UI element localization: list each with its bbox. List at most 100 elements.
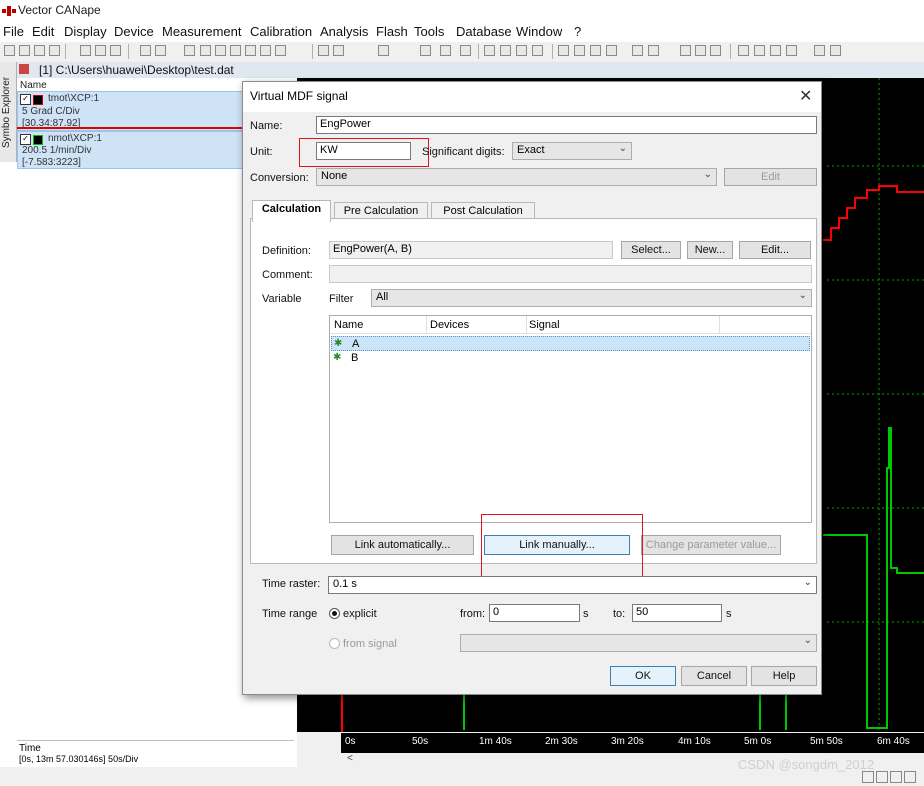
cut-icon[interactable] [80,45,91,56]
menu-measurement[interactable]: Measurement [162,24,241,39]
chart-axis-icon[interactable] [516,45,527,56]
move-down-icon[interactable] [695,45,706,56]
scroll-left-icon[interactable]: < [347,753,353,764]
menu-help[interactable]: ? [574,24,581,39]
menu-device[interactable]: Device [114,24,154,39]
to-field[interactable]: 50 [632,604,722,622]
step-icon[interactable] [215,45,226,56]
zoom-out-icon[interactable] [754,45,765,56]
time-raster-select[interactable]: 0.1 s ⌄ [328,576,817,594]
ok-button[interactable]: OK [610,666,676,686]
menu-flash[interactable]: Flash [376,24,408,39]
unit-highlight [299,138,429,167]
toolbar-separator [128,44,129,59]
signal-scale: 5 Grad C/Div [22,106,80,117]
menu-database[interactable]: Database [456,24,512,39]
conversion-select[interactable]: None ⌄ [316,168,717,186]
flash-icon[interactable] [378,45,389,56]
select-button[interactable]: Select... [621,241,681,259]
menu-file[interactable]: File [3,24,24,39]
variable-icon: ✱ [333,352,342,363]
menu-analysis[interactable]: Analysis [320,24,368,39]
back-icon[interactable] [140,45,151,56]
edit-button[interactable]: Edit... [739,241,811,259]
menu-calibration[interactable]: Calibration [250,24,312,39]
move-up-icon[interactable] [680,45,691,56]
text-color-icon[interactable] [440,45,451,56]
window-icon[interactable] [184,45,195,56]
tab-calculation[interactable]: Calculation [252,200,331,222]
signal-trace-start [341,694,343,732]
layout-icon[interactable] [904,771,916,783]
column-devices[interactable]: Devices [430,319,469,331]
change-parameter-value-button[interactable]: Change parameter value... [641,535,781,555]
menu-edit[interactable]: Edit [32,24,54,39]
grid-icon[interactable] [558,45,569,56]
time-raster-label: Time raster: [262,578,321,590]
time-axis: 0s 50s 1m 40s 2m 30s 3m 20s 4m 10s 5m 0s… [341,733,924,753]
column-signal[interactable]: Signal [529,319,560,331]
close-icon[interactable]: ✕ [799,86,812,106]
sort-icon[interactable] [333,45,344,56]
chart-fit-icon[interactable] [532,45,543,56]
layout-icon[interactable] [890,771,902,783]
stop-all-icon[interactable] [275,45,286,56]
signal-checkbox[interactable]: ✓ [20,134,31,145]
menu-window[interactable]: Window [516,24,562,39]
side-tab[interactable]: Symbo Explorer [0,62,17,162]
font-icon[interactable] [420,45,431,56]
back-arrow-icon[interactable] [830,45,841,56]
redo-icon[interactable] [786,45,797,56]
save-all-icon[interactable] [49,45,60,56]
signal-icon[interactable] [632,45,643,56]
layout-icon[interactable] [876,771,888,783]
menu-display[interactable]: Display [64,24,107,39]
filter-select[interactable]: All ⌄ [371,289,812,307]
name-field[interactable]: EngPower [316,116,817,134]
new-icon[interactable] [4,45,15,56]
arrow-icon[interactable] [814,45,825,56]
signal-checkbox[interactable]: ✓ [20,94,31,105]
record-icon[interactable] [230,45,241,56]
list-item[interactable]: ✱ A [331,336,810,351]
axis-icon[interactable] [590,45,601,56]
explicit-radio[interactable] [329,608,340,619]
go-icon[interactable] [200,45,211,56]
stop-icon[interactable] [260,45,271,56]
menu-tools[interactable]: Tools [414,24,444,39]
time-range-label: Time range [262,608,318,620]
cursor-icon[interactable] [574,45,585,56]
list-item[interactable]: ✱ B [331,351,810,366]
help-button[interactable]: Help [751,666,817,686]
parameter-icon[interactable] [318,45,329,56]
from-field[interactable]: 0 [489,604,580,622]
calculation-tab-panel: Definition: EngPower(A, B) Select... New… [250,218,817,577]
open-icon[interactable] [19,45,30,56]
save-icon[interactable] [34,45,45,56]
chart-icon[interactable] [484,45,495,56]
zoom-in-icon[interactable] [738,45,749,56]
chart-scale-icon[interactable] [500,45,511,56]
time-raster-value: 0.1 s [333,578,357,590]
pause-icon[interactable] [245,45,256,56]
from-signal-select[interactable]: ⌄ [460,634,817,652]
paste-icon[interactable] [110,45,121,56]
significant-digits-select[interactable]: Exact ⌄ [512,142,632,160]
format-icon[interactable] [460,45,471,56]
conversion-edit-button[interactable]: Edit [724,168,817,186]
layout-icon[interactable] [862,771,874,783]
marker-icon[interactable] [606,45,617,56]
select-icon[interactable] [710,45,721,56]
cancel-button[interactable]: Cancel [681,666,747,686]
link-automatically-button[interactable]: Link automatically... [331,535,474,555]
conversion-value: None [321,170,348,182]
variable-list[interactable]: Name Devices Signal ✱ A ✱ B [329,315,812,523]
column-name[interactable]: Name [334,319,363,331]
wave-icon[interactable] [648,45,659,56]
forward-icon[interactable] [155,45,166,56]
undo-icon[interactable] [770,45,781,56]
new-button[interactable]: New... [687,241,733,259]
from-signal-radio[interactable] [329,638,340,649]
copy-icon[interactable] [95,45,106,56]
conversion-label: Conversion: [250,172,309,184]
